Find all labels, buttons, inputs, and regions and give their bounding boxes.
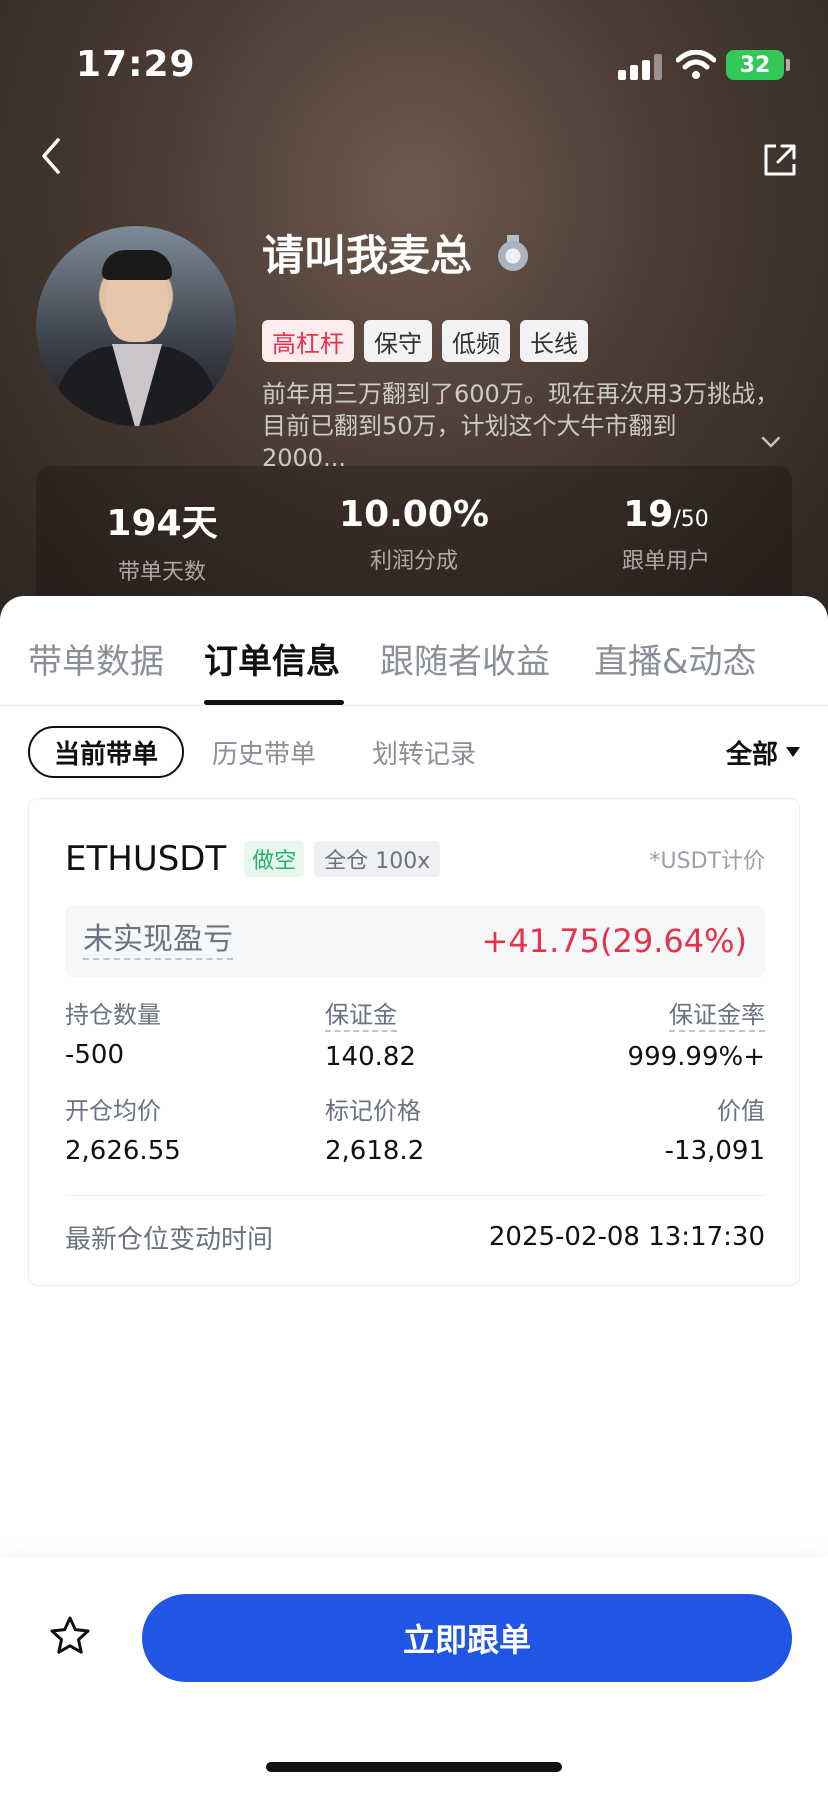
filter-label: 全部: [725, 739, 778, 770]
filter-dropdown[interactable]: 全部: [726, 726, 800, 778]
position-card[interactable]: ETHUSDT 做空 全仓 100x *USDT计价 未实现盈亏 +41.75(…: [28, 798, 800, 1286]
entry-price-value: 2,626.55: [65, 1136, 181, 1166]
order-subtabs: 当前带单 历史带单 划转记录 全部: [28, 726, 800, 778]
pnl-value: +41.75(29.64%): [481, 922, 747, 960]
tab-order-info[interactable]: 订单信息: [204, 634, 340, 683]
caret-down-icon: [786, 747, 800, 757]
field-entry-price: 开仓均价 2,626.55: [65, 1091, 181, 1166]
margin-value: 140.82: [325, 1042, 416, 1072]
tag-long-term: 长线: [520, 320, 588, 362]
home-indicator: [266, 1762, 562, 1772]
unit-note: *USDT计价: [649, 849, 765, 874]
field-value: 价值 -13,091: [665, 1091, 765, 1166]
stat-followers: 19/50 跟单用户: [540, 466, 792, 596]
mark-price-label: 标记价格: [325, 1097, 421, 1125]
subtab-history[interactable]: 历史带单: [212, 726, 316, 778]
tag-conservative: 保守: [364, 320, 432, 362]
margin-mode-badge: 全仓 100x: [314, 841, 441, 877]
stat-days-label: 带单天数: [117, 560, 206, 585]
trader-bio[interactable]: 前年用三万翻到了600万。现在再次用3万挑战， 目前已翻到50万，计划这个大牛市…: [262, 378, 782, 474]
last-change-time: 最新仓位变动时间 2025-02-08 13:17:30: [65, 1217, 765, 1257]
stat-followers-capacity: /50: [673, 507, 709, 532]
margin-rate-value: 999.99%+: [627, 1042, 765, 1072]
bottom-action-bar: 立即跟单: [0, 1558, 828, 1793]
position-symbol: ETHUSDT: [65, 839, 227, 879]
quantity-value: -500: [65, 1040, 125, 1070]
field-margin-rate: 保证金率 999.99%+: [628, 995, 765, 1072]
stat-days: 194天 带单天数: [36, 466, 288, 596]
subtab-transfers[interactable]: 划转记录: [372, 726, 476, 778]
tab-live-feed[interactable]: 直播&动态: [594, 634, 757, 683]
value-label: 价值: [717, 1097, 765, 1125]
subtab-current[interactable]: 当前带单: [28, 726, 184, 778]
bio-line-2: 目前已翻到50万，计划这个大牛市翻到2000...: [262, 412, 677, 472]
trader-name: 请叫我麦总: [262, 231, 473, 280]
pnl-label[interactable]: 未实现盈亏: [83, 922, 233, 960]
bio-line-1: 前年用三万翻到了600万。现在再次用3万挑战，: [262, 380, 780, 408]
battery-icon: 32: [726, 50, 784, 80]
tag-low-frequency: 低频: [442, 320, 510, 362]
trader-tags: 高杠杆 保守 低频 长线: [262, 320, 588, 362]
field-mark-price: 标记价格 2,618.2: [325, 1091, 424, 1166]
star-icon[interactable]: [48, 1614, 92, 1658]
status-time: 17:29: [76, 44, 196, 85]
stat-days-value: 194天: [106, 503, 218, 544]
battery-level: 32: [739, 52, 771, 78]
back-icon[interactable]: [30, 134, 74, 178]
main-tabs: 带单数据 订单信息 跟随者收益 直播&动态: [0, 596, 828, 706]
tab-follower-earnings[interactable]: 跟随者收益: [380, 634, 550, 683]
stat-followers-value: 19: [623, 494, 674, 535]
quantity-label: 持仓数量: [65, 1001, 161, 1029]
stat-followers-label: 跟单用户: [621, 549, 710, 574]
entry-price-label: 开仓均价: [65, 1097, 161, 1125]
position-header: ETHUSDT 做空 全仓 100x *USDT计价: [65, 839, 765, 879]
last-change-label: 最新仓位变动时间: [65, 1224, 274, 1255]
stat-profit-share: 10.00% 利润分成: [288, 466, 540, 596]
profile-header: 17:29 32 请叫我麦总 高杠杆 保守 低频 长线 前年用三万翻到了600万…: [0, 0, 828, 640]
chevron-down-icon[interactable]: [760, 431, 782, 453]
battery-tip: [786, 59, 790, 71]
stat-profit-share-label: 利润分成: [369, 549, 458, 574]
wifi-icon: [676, 50, 716, 79]
trader-stats: 194天 带单天数 10.00% 利润分成 19/50 跟单用户: [36, 466, 792, 596]
last-change-value: 2025-02-08 13:17:30: [488, 1222, 765, 1252]
stat-profit-share-value: 10.00%: [339, 494, 489, 535]
tab-copy-data[interactable]: 带单数据: [28, 634, 164, 683]
margin-rate-label[interactable]: 保证金率: [669, 995, 765, 1032]
medal-icon: [498, 234, 529, 271]
tag-high-leverage: 高杠杆: [262, 320, 354, 362]
margin-label[interactable]: 保证金: [325, 995, 397, 1032]
divider: [65, 1195, 765, 1196]
value-value: -13,091: [664, 1136, 765, 1166]
share-icon[interactable]: [760, 140, 800, 180]
cellular-signal-icon: [618, 54, 662, 80]
status-bar: 17:29 32: [0, 0, 828, 120]
avatar: [36, 226, 236, 426]
side-badge: 做空: [244, 841, 305, 877]
trader-name-row: 请叫我麦总: [262, 222, 529, 283]
active-tab-indicator: [204, 700, 344, 705]
unrealized-pnl: 未实现盈亏 +41.75(29.64%): [65, 905, 765, 977]
field-quantity: 持仓数量 -500: [65, 995, 161, 1070]
field-margin: 保证金 140.82: [325, 995, 416, 1072]
follow-now-button[interactable]: 立即跟单: [142, 1594, 792, 1682]
mark-price-value: 2,618.2: [325, 1136, 425, 1166]
